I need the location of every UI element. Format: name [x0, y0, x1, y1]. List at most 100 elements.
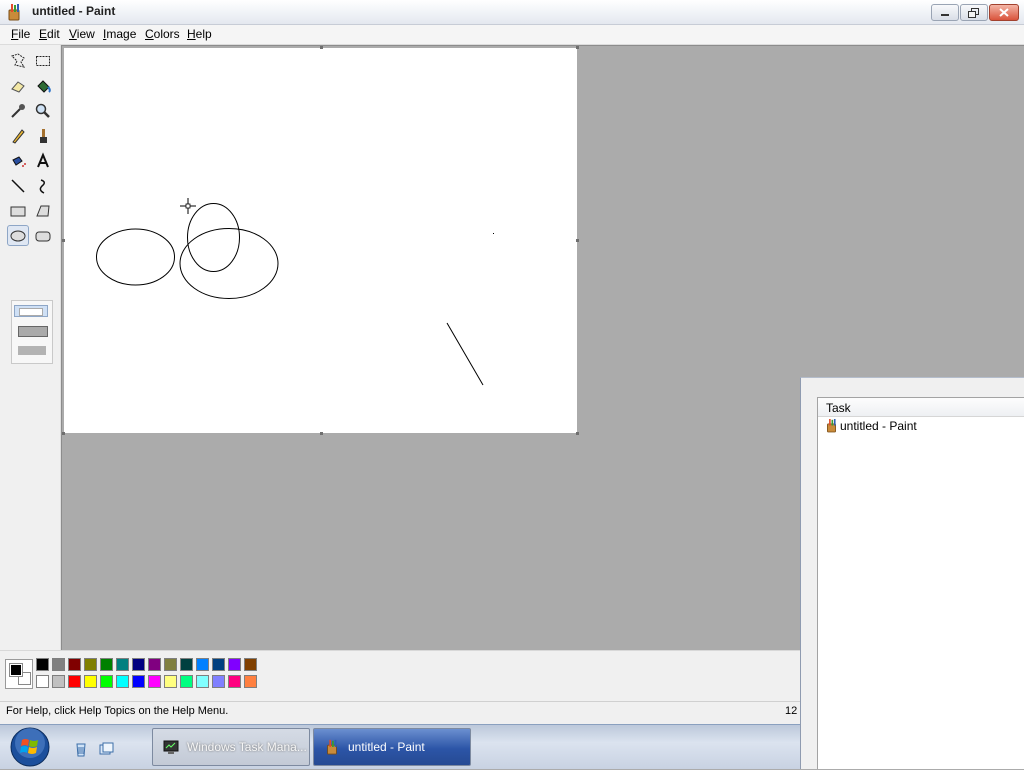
resize-handle[interactable]: [576, 432, 579, 435]
drawing-canvas[interactable]: [64, 48, 577, 433]
menu-help-accel: H: [187, 27, 196, 41]
toolbox: [0, 45, 61, 650]
outline-fill-option[interactable]: [18, 326, 48, 337]
menu-help[interactable]: Help: [187, 27, 212, 41]
palette-swatch[interactable]: [116, 675, 129, 688]
start-button[interactable]: [8, 727, 52, 767]
palette-swatch[interactable]: [132, 675, 145, 688]
ellipse-icon: [10, 230, 26, 241]
palette-swatch[interactable]: [68, 658, 81, 671]
pick-color-icon: [11, 103, 25, 118]
menu-file[interactable]: File: [11, 27, 30, 41]
pencil-tool[interactable]: [7, 125, 29, 146]
task-list[interactable]: [817, 397, 1024, 769]
title-bar[interactable]: [0, 0, 1024, 25]
rounded-rectangle-tool[interactable]: [32, 225, 54, 246]
palette-swatch[interactable]: [100, 658, 113, 671]
drawn-ellipse: [96, 228, 175, 286]
palette-swatch[interactable]: [36, 658, 49, 671]
palette-swatch[interactable]: [148, 675, 161, 688]
rectangle-tool[interactable]: [7, 200, 29, 221]
menu-colors[interactable]: Colors: [145, 27, 180, 41]
brush-tool[interactable]: [32, 125, 54, 146]
eraser-icon: [11, 80, 25, 93]
resize-handle[interactable]: [62, 432, 65, 435]
paint-icon: [8, 4, 20, 21]
menu-image[interactable]: Image: [103, 27, 136, 41]
drawn-line: [446, 322, 484, 386]
polygon-tool[interactable]: [32, 200, 54, 221]
recycle-icon[interactable]: [73, 741, 89, 757]
outline-only-option[interactable]: [14, 305, 48, 317]
status-coordinates: 12: [785, 705, 798, 717]
fill-only-option[interactable]: [18, 346, 46, 355]
palette-swatch[interactable]: [228, 675, 241, 688]
text-icon: [37, 151, 49, 167]
paint-icon: [327, 739, 337, 755]
palette-swatch[interactable]: [84, 675, 97, 688]
airbrush-icon: [12, 155, 26, 167]
line-tool[interactable]: [7, 175, 29, 196]
curve-icon: [39, 178, 45, 194]
drawn-ellipse: [179, 228, 279, 299]
taskbar-button-paint[interactable]: untitled - Paint: [313, 728, 471, 766]
palette-swatch[interactable]: [52, 658, 65, 671]
magnifier-tool[interactable]: [32, 100, 54, 121]
palette-swatch[interactable]: [244, 658, 257, 671]
paint-icon: [827, 419, 836, 433]
resize-handle[interactable]: [320, 432, 323, 435]
palette-swatch[interactable]: [196, 675, 209, 688]
curve-tool[interactable]: [32, 175, 54, 196]
taskbar-button-label: Windows Task Mana...: [187, 740, 307, 754]
resize-handle[interactable]: [62, 239, 65, 242]
eraser-tool[interactable]: [7, 75, 29, 96]
free-form-select-tool[interactable]: [7, 50, 29, 71]
palette-swatch[interactable]: [244, 675, 257, 688]
palette-swatch[interactable]: [148, 658, 161, 671]
select-tool[interactable]: [32, 50, 54, 71]
palette-swatch[interactable]: [84, 658, 97, 671]
palette-swatch[interactable]: [116, 658, 129, 671]
maximize-button[interactable]: [960, 4, 988, 21]
palette-swatch[interactable]: [196, 658, 209, 671]
window-title: untitled - Paint: [32, 4, 116, 18]
palette-swatch[interactable]: [228, 658, 241, 671]
text-tool[interactable]: [32, 150, 54, 171]
resize-handle[interactable]: [576, 239, 579, 242]
palette-swatch[interactable]: [132, 658, 145, 671]
menu-view[interactable]: View: [69, 27, 95, 41]
menu-view-accel: V: [69, 27, 77, 41]
palette-swatch[interactable]: [164, 658, 177, 671]
palette-swatch[interactable]: [36, 675, 49, 688]
ellipse-tool[interactable]: [7, 225, 29, 246]
current-colors[interactable]: [5, 659, 33, 689]
menu-edit[interactable]: Edit: [39, 27, 60, 41]
select-icon: [36, 55, 50, 66]
switch-windows-icon[interactable]: [98, 741, 114, 757]
foreground-color: [9, 663, 23, 677]
palette-swatch[interactable]: [100, 675, 113, 688]
restore-icon: [968, 7, 979, 18]
palette-swatch[interactable]: [180, 675, 193, 688]
airbrush-tool[interactable]: [7, 150, 29, 171]
close-icon: [999, 8, 1009, 17]
palette-swatch[interactable]: [212, 675, 225, 688]
resize-handle[interactable]: [320, 46, 323, 49]
fill-tool[interactable]: [32, 75, 54, 96]
pick-color-tool[interactable]: [7, 100, 29, 121]
task-row-label[interactable]: untitled - Paint: [840, 419, 917, 433]
taskbar-button-task-manager[interactable]: Windows Task Mana...: [152, 728, 310, 766]
palette-swatch[interactable]: [164, 675, 177, 688]
menu-help-label: elp: [195, 27, 212, 41]
rounded-rectangle-icon: [35, 231, 51, 241]
palette-swatch[interactable]: [52, 675, 65, 688]
palette-swatch[interactable]: [212, 658, 225, 671]
palette-swatch[interactable]: [180, 658, 193, 671]
fill-icon: [37, 79, 51, 93]
resize-handle[interactable]: [576, 46, 579, 49]
menu-colors-accel: C: [145, 27, 154, 41]
task-manager-icon: [163, 740, 179, 754]
minimize-button[interactable]: [931, 4, 959, 21]
close-button[interactable]: [989, 4, 1019, 21]
palette-swatch[interactable]: [68, 675, 81, 688]
